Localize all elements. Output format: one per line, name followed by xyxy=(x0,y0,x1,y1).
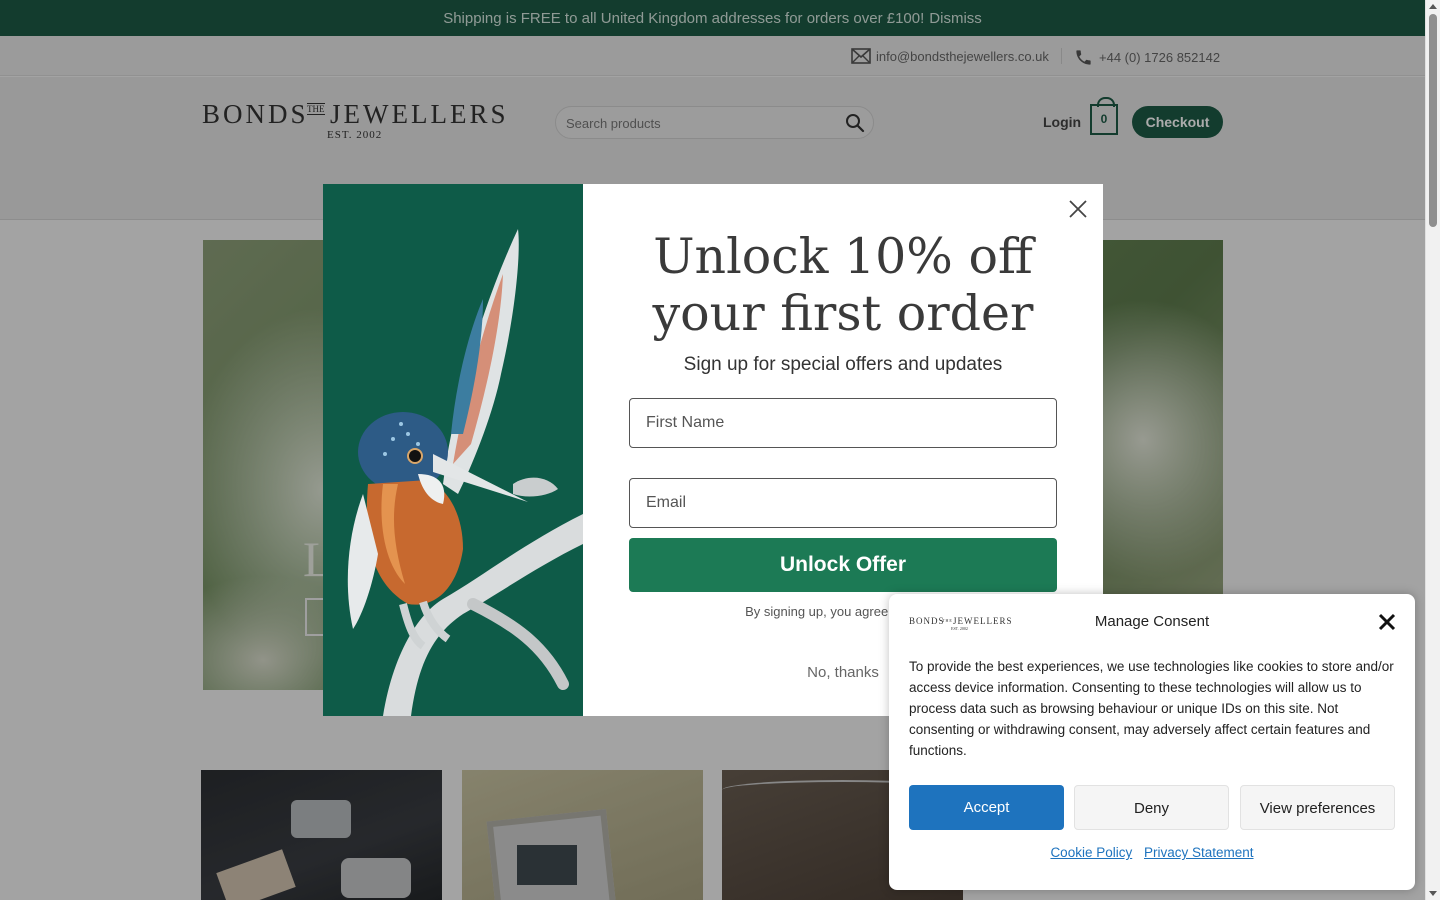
unlock-offer-button[interactable]: Unlock Offer xyxy=(629,538,1057,592)
cookie-policy-link[interactable]: Cookie Policy xyxy=(1050,845,1132,860)
kingfisher-illustration xyxy=(347,229,583,716)
first-name-field[interactable] xyxy=(629,398,1057,448)
scrollbar[interactable] xyxy=(1425,0,1440,900)
kingfisher-image xyxy=(323,184,583,716)
popup-title: Unlock 10% off your first order xyxy=(652,228,1034,342)
consent-panel: BONDS THE JEWELLERS EST. 2002 Manage Con… xyxy=(889,594,1415,890)
consent-text: To provide the best experiences, we use … xyxy=(909,659,1394,758)
email-field[interactable] xyxy=(629,478,1057,528)
scrollbar-thumb[interactable] xyxy=(1429,14,1437,227)
close-icon[interactable] xyxy=(1067,198,1089,220)
deny-button[interactable]: Deny xyxy=(1074,785,1229,830)
view-preferences-button[interactable]: View preferences xyxy=(1240,785,1395,830)
consent-links: Cookie Policy Privacy Statement xyxy=(889,845,1415,860)
consent-title: Manage Consent xyxy=(1094,613,1210,630)
accept-button[interactable]: Accept xyxy=(909,785,1064,830)
popup-subtitle: Sign up for special offers and updates xyxy=(683,354,1003,375)
scroll-up-arrow-icon[interactable] xyxy=(1429,4,1437,9)
privacy-statement-link[interactable]: Privacy Statement xyxy=(1144,845,1254,860)
scroll-down-arrow-icon[interactable] xyxy=(1429,891,1437,896)
close-icon[interactable] xyxy=(1378,613,1396,631)
